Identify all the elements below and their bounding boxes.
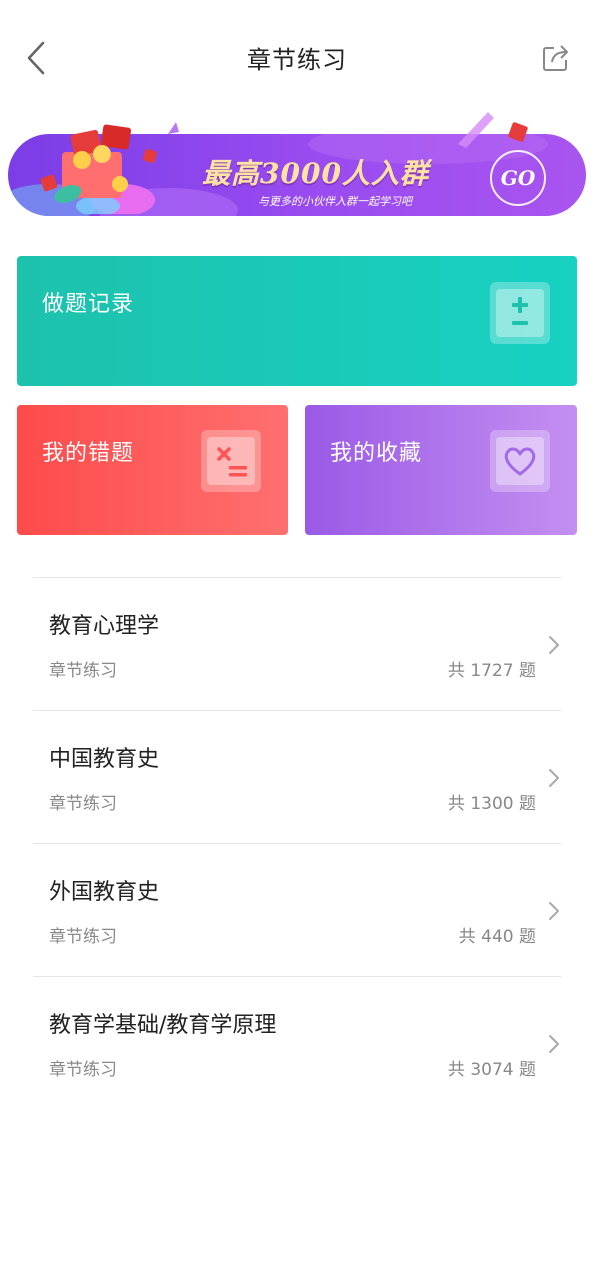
card-label: 我的收藏 xyxy=(330,441,423,466)
chevron-right-icon xyxy=(549,902,559,920)
list-item[interactable]: 教育学基础/教育学原理 章节练习 共 3074 题 xyxy=(33,976,561,1109)
subject-list: 教育心理学 章节练习 共 1727 题 中国教育史 章节练习 共 1300 题 … xyxy=(33,577,561,1109)
banner-title: 最高3000人入群 xyxy=(202,157,429,190)
banner-go-button[interactable]: GO xyxy=(490,150,546,206)
card-label: 做题记录 xyxy=(42,292,135,317)
question-count: 共 440 题 xyxy=(458,927,536,947)
subject-title: 中国教育史 xyxy=(49,747,160,772)
red-envelope-icon xyxy=(40,122,179,214)
share-icon xyxy=(543,45,568,71)
red-envelope-icon xyxy=(458,112,528,148)
question-count: 共 1300 题 xyxy=(447,794,536,814)
chevron-right-icon xyxy=(549,769,559,787)
header: 章节练习 xyxy=(0,0,594,118)
wrong-questions-card[interactable]: 我的错题 xyxy=(17,405,288,535)
list-item[interactable]: 中国教育史 章节练习 共 1300 题 xyxy=(33,710,561,843)
subject-subtitle: 章节练习 xyxy=(49,927,117,947)
wrong-answer-icon xyxy=(201,430,261,492)
card-label: 我的错题 xyxy=(42,441,135,466)
practice-history-card[interactable]: 做题记录 xyxy=(17,256,577,386)
list-item[interactable]: 外国教育史 章节练习 共 440 题 xyxy=(33,843,561,976)
chevron-right-icon xyxy=(549,1035,559,1053)
subject-title: 外国教育史 xyxy=(49,880,160,905)
chevron-right-icon xyxy=(549,636,559,654)
list-item[interactable]: 教育心理学 章节练习 共 1727 题 xyxy=(33,577,561,710)
heart-icon xyxy=(490,430,550,492)
subject-title: 教育心理学 xyxy=(49,614,160,639)
group-banner[interactable]: 最高3000人入群 与更多的小伙伴入群一起学习吧 GO xyxy=(8,104,586,216)
subject-subtitle: 章节练习 xyxy=(49,661,117,681)
question-count: 共 1727 题 xyxy=(447,661,536,681)
share-button[interactable] xyxy=(536,38,576,78)
page-title: 章节练习 xyxy=(247,46,347,74)
plus-minus-icon xyxy=(490,282,550,344)
favorites-card[interactable]: 我的收藏 xyxy=(305,405,577,535)
subject-title: 教育学基础/教育学原理 xyxy=(49,1013,277,1038)
subject-subtitle: 章节练习 xyxy=(49,794,117,814)
banner-subtitle: 与更多的小伙伴入群一起学习吧 xyxy=(258,195,412,208)
subject-subtitle: 章节练习 xyxy=(49,1060,117,1080)
question-count: 共 3074 题 xyxy=(447,1060,536,1080)
